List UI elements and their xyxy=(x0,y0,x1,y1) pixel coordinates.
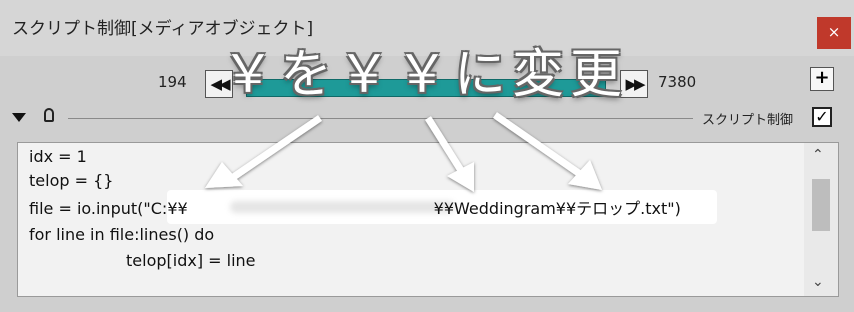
arrow-shaft xyxy=(493,112,582,177)
arrow-shaft xyxy=(230,115,322,181)
arrowhead xyxy=(568,160,602,190)
annotation-caption: ￥を￥￥に変更 xyxy=(222,45,629,105)
arrow-shaft xyxy=(425,116,465,174)
